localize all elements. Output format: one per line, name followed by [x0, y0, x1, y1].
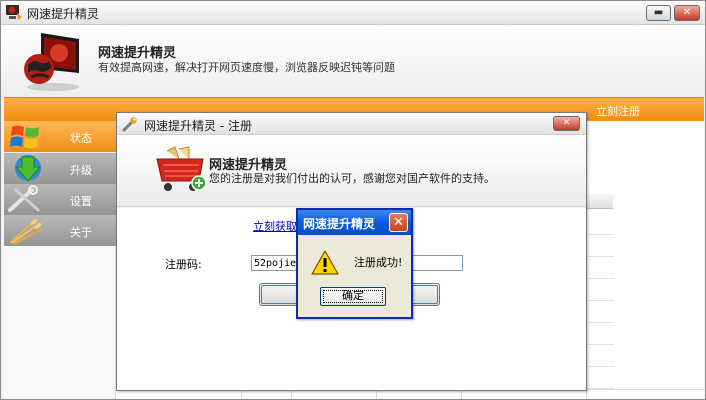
register-dialog-titlebar: 网速提升精灵 - 注册 ✕ — [117, 113, 586, 135]
sidebar-item-label: 设置 — [70, 195, 92, 208]
registration-code-label: 注册码: — [165, 258, 202, 271]
register-now-link[interactable]: 立刻注册 — [596, 103, 640, 119]
sidebar-item-upgrade[interactable]: 升级 — [4, 153, 116, 184]
get-code-link[interactable]: 立刻获取 — [253, 218, 297, 234]
wheat-icon — [9, 218, 43, 245]
warning-icon — [311, 250, 339, 275]
app-icon — [6, 5, 22, 20]
register-header-subtitle: 您的注册是对我们付出的认可，感谢您对国产软件的支持。 — [209, 172, 495, 185]
sidebar-item-about[interactable]: 关于 — [4, 215, 116, 246]
minimize-icon: ▬ — [653, 7, 664, 18]
background-grid — [586, 194, 614, 399]
sidebar-empty-area — [4, 246, 116, 399]
message-text: 注册成功! — [354, 256, 403, 269]
close-icon: ✕ — [682, 7, 692, 18]
sidebar-item-label: 状态 — [70, 132, 92, 145]
app-description: 有效提高网速，解决打开网页速度慢，浏览器反映迟钝等问题 — [98, 61, 395, 74]
sidebar-item-label: 关于 — [70, 226, 92, 239]
message-box-close-button[interactable]: ✕ — [389, 213, 408, 232]
shopping-cart-icon — [156, 146, 207, 191]
wrench-icon — [122, 117, 137, 132]
main-window: 网速提升精灵 ▬ ✕ 网速提升精灵 有效提高网速，解决打开网页速度慢，浏览器反映… — [0, 0, 706, 400]
download-arrow-icon — [14, 155, 42, 182]
globe-monitor-logo — [24, 33, 79, 91]
close-button[interactable]: ✕ — [674, 5, 700, 21]
minimize-button[interactable]: ▬ — [646, 5, 671, 21]
register-dialog-header: 网速提升精灵 您的注册是对我们付出的认可，感谢您对国产软件的支持。 — [117, 135, 586, 207]
tools-icon — [8, 185, 40, 212]
message-box-titlebar: 网速提升精灵 ✕ — [298, 210, 411, 235]
sidebar-item-label: 升级 — [70, 164, 92, 177]
app-header: 网速提升精灵 有效提高网速，解决打开网页速度慢，浏览器反映迟钝等问题 — [1, 25, 705, 97]
close-icon: ✕ — [562, 118, 571, 128]
sidebar-item-settings[interactable]: 设置 — [4, 184, 116, 215]
window-title: 网速提升精灵 — [27, 7, 100, 21]
register-dialog-close-button[interactable]: ✕ — [553, 116, 580, 131]
windows-logo-icon — [10, 125, 39, 149]
message-box: 网速提升精灵 ✕ 注册成功! 确定 — [296, 208, 413, 319]
main-titlebar: 网速提升精灵 ▬ ✕ — [1, 1, 705, 25]
message-box-title: 网速提升精灵 — [303, 217, 376, 231]
sidebar-item-status[interactable]: 状态 — [4, 121, 116, 152]
focus-ring — [323, 290, 383, 303]
ok-button[interactable]: 确定 — [320, 287, 386, 306]
register-dialog-title: 网速提升精灵 - 注册 — [144, 119, 252, 133]
close-icon: ✕ — [393, 215, 404, 230]
